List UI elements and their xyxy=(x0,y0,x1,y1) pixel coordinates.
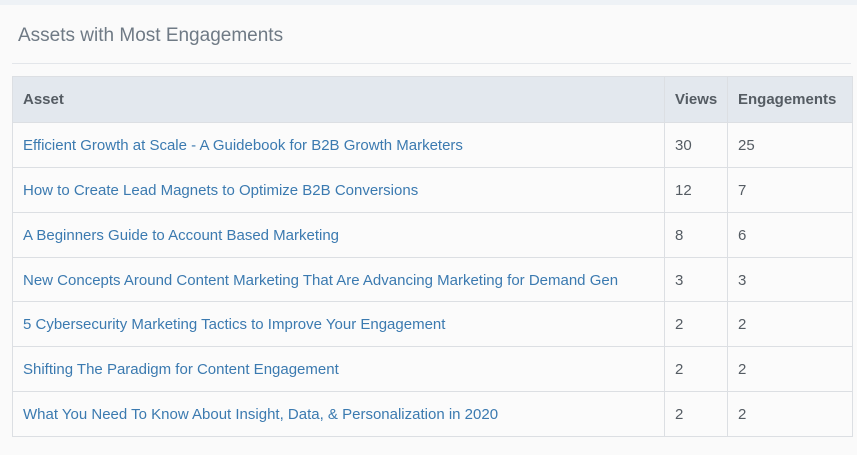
asset-link[interactable]: What You Need To Know About Insight, Dat… xyxy=(23,406,498,423)
table-body: Efficient Growth at Scale - A Guidebook … xyxy=(12,122,853,437)
views-cell: 3 xyxy=(664,257,728,302)
header-row: Asset Views Engagements xyxy=(12,76,853,123)
table-row: How to Create Lead Magnets to Optimize B… xyxy=(12,167,853,213)
engagements-cell: 3 xyxy=(727,257,853,302)
engagements-panel: Assets with Most Engagements Asset Views… xyxy=(0,5,857,455)
asset-link[interactable]: A Beginners Guide to Account Based Marke… xyxy=(23,227,339,244)
table-row: New Concepts Around Content Marketing Th… xyxy=(12,257,853,302)
views-cell: 2 xyxy=(664,346,728,392)
asset-link[interactable]: Efficient Growth at Scale - A Guidebook … xyxy=(23,137,463,154)
column-header-asset[interactable]: Asset xyxy=(12,76,665,123)
assets-table: Asset Views Engagements Efficient Growth… xyxy=(12,76,853,437)
table-row: 5 Cybersecurity Marketing Tactics to Imp… xyxy=(12,301,853,347)
asset-cell: 5 Cybersecurity Marketing Tactics to Imp… xyxy=(12,301,665,347)
asset-link[interactable]: Shifting The Paradigm for Content Engage… xyxy=(23,361,339,378)
engagements-cell: 2 xyxy=(727,391,853,437)
asset-link[interactable]: 5 Cybersecurity Marketing Tactics to Imp… xyxy=(23,316,445,333)
asset-cell: What You Need To Know About Insight, Dat… xyxy=(12,391,665,437)
engagements-cell: 7 xyxy=(727,167,853,213)
column-header-engagements[interactable]: Engagements xyxy=(727,76,853,123)
asset-cell: How to Create Lead Magnets to Optimize B… xyxy=(12,167,665,213)
asset-cell: A Beginners Guide to Account Based Marke… xyxy=(12,212,665,258)
table-row: Shifting The Paradigm for Content Engage… xyxy=(12,346,853,392)
engagements-cell: 6 xyxy=(727,212,853,258)
views-cell: 2 xyxy=(664,391,728,437)
asset-cell: Efficient Growth at Scale - A Guidebook … xyxy=(12,122,665,168)
table-row: A Beginners Guide to Account Based Marke… xyxy=(12,212,853,258)
column-header-views[interactable]: Views xyxy=(664,76,728,123)
views-cell: 12 xyxy=(664,167,728,213)
panel-title: Assets with Most Engagements xyxy=(18,25,284,46)
asset-cell: New Concepts Around Content Marketing Th… xyxy=(12,257,665,302)
views-cell: 30 xyxy=(664,122,728,168)
views-cell: 8 xyxy=(664,212,728,258)
table-header: Asset Views Engagements xyxy=(12,76,853,123)
title-divider xyxy=(12,63,851,64)
views-cell: 2 xyxy=(664,301,728,347)
asset-cell: Shifting The Paradigm for Content Engage… xyxy=(12,346,665,392)
engagements-cell: 2 xyxy=(727,301,853,347)
asset-link[interactable]: How to Create Lead Magnets to Optimize B… xyxy=(23,182,418,199)
asset-link[interactable]: New Concepts Around Content Marketing Th… xyxy=(23,272,618,289)
engagements-cell: 25 xyxy=(727,122,853,168)
table-row: Efficient Growth at Scale - A Guidebook … xyxy=(12,122,853,168)
table-row: What You Need To Know About Insight, Dat… xyxy=(12,391,853,437)
engagements-cell: 2 xyxy=(727,346,853,392)
